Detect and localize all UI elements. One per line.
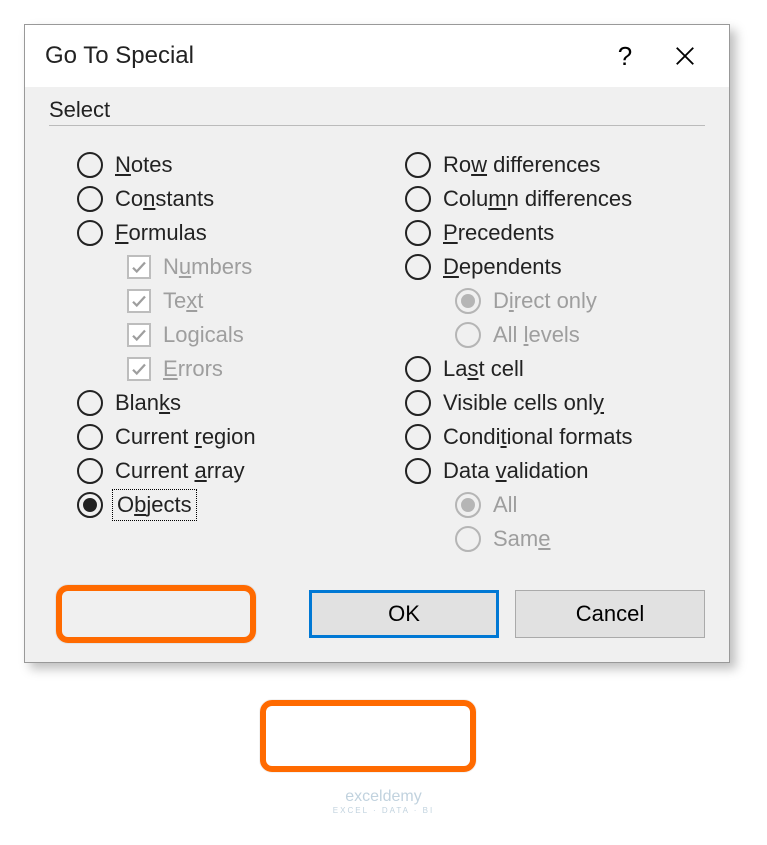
radio-icon	[77, 186, 103, 212]
option[interactable]: Current array	[77, 458, 377, 484]
option[interactable]: Notes	[77, 152, 377, 178]
radio-icon	[405, 152, 431, 178]
cancel-button[interactable]: Cancel	[515, 590, 705, 638]
option[interactable]: Conditional formats	[405, 424, 705, 450]
radio-icon	[405, 356, 431, 382]
button-row: OK Cancel	[49, 590, 705, 638]
checkbox-icon	[127, 357, 151, 381]
radio-icon	[77, 458, 103, 484]
radio-icon	[455, 288, 481, 314]
radio-icon	[405, 424, 431, 450]
option[interactable]: Constants	[77, 186, 377, 212]
dialog-body: Select Notes Constants Formulas Numbers Text…	[25, 87, 729, 662]
help-button[interactable]: ?	[595, 41, 655, 72]
option-label: Blanks	[115, 390, 181, 416]
option[interactable]: Dependents	[405, 254, 705, 280]
option-label: Numbers	[163, 254, 252, 280]
option-label: Current array	[115, 458, 245, 484]
radio-icon	[77, 492, 103, 518]
option[interactable]: Objects	[77, 492, 377, 518]
right-column: Row differences Column differences Precede…	[377, 144, 705, 560]
radio-icon	[405, 254, 431, 280]
option-label: Last cell	[443, 356, 524, 382]
group-legend: Select	[49, 97, 120, 123]
option[interactable]: Blanks	[77, 390, 377, 416]
option: Logicals	[127, 322, 377, 348]
option-label: All levels	[493, 322, 580, 348]
option-label: Errors	[163, 356, 223, 382]
options-columns: Notes Constants Formulas Numbers Text Logical…	[49, 144, 705, 560]
radio-icon	[405, 458, 431, 484]
option[interactable]: Current region	[77, 424, 377, 450]
option: All	[455, 492, 705, 518]
annotation-highlight-ok	[260, 700, 476, 772]
option-label: Formulas	[115, 220, 207, 246]
titlebar: Go To Special ?	[25, 25, 729, 87]
option[interactable]: Formulas	[77, 220, 377, 246]
option[interactable]: Visible cells only	[405, 390, 705, 416]
option-label: Constants	[115, 186, 214, 212]
ok-button[interactable]: OK	[309, 590, 499, 638]
watermark-tag: EXCEL · DATA · BI	[333, 806, 434, 815]
option-label: Notes	[115, 152, 172, 178]
option-label: Visible cells only	[443, 390, 604, 416]
radio-icon	[77, 424, 103, 450]
radio-icon	[405, 220, 431, 246]
option[interactable]: Column differences	[405, 186, 705, 212]
select-group: Select Notes Constants Formulas Numbers Text…	[49, 97, 705, 560]
option[interactable]: Last cell	[405, 356, 705, 382]
radio-icon	[77, 152, 103, 178]
radio-icon	[77, 220, 103, 246]
checkbox-icon	[127, 255, 151, 279]
option: All levels	[455, 322, 705, 348]
watermark-brand: exceldemy	[345, 788, 421, 805]
dialog-title: Go To Special	[45, 42, 595, 70]
option-label: Text	[163, 288, 203, 314]
option: Same	[455, 526, 705, 552]
option-label: Direct only	[493, 288, 597, 314]
option: Direct only	[455, 288, 705, 314]
option-label: Conditional formats	[443, 424, 633, 450]
option-label: Row differences	[443, 152, 600, 178]
radio-icon	[77, 390, 103, 416]
option: Numbers	[127, 254, 377, 280]
option: Errors	[127, 356, 377, 382]
radio-icon	[405, 390, 431, 416]
option[interactable]: Data validation	[405, 458, 705, 484]
radio-icon	[405, 186, 431, 212]
divider	[49, 125, 705, 126]
option[interactable]: Row differences	[405, 152, 705, 178]
option-label: Precedents	[443, 220, 554, 246]
option-label: Data validation	[443, 458, 589, 484]
option-label: Same	[493, 526, 551, 552]
option-label: Logicals	[163, 322, 244, 348]
radio-icon	[455, 322, 481, 348]
checkbox-icon	[127, 289, 151, 313]
close-button[interactable]	[655, 39, 715, 73]
option: Text	[127, 288, 377, 314]
left-column: Notes Constants Formulas Numbers Text Logical…	[49, 144, 377, 560]
option-label: Objects	[115, 492, 194, 518]
option-label: Dependents	[443, 254, 562, 280]
checkbox-icon	[127, 323, 151, 347]
radio-icon	[455, 492, 481, 518]
option[interactable]: Precedents	[405, 220, 705, 246]
close-icon	[674, 45, 696, 67]
option-label: Current region	[115, 424, 256, 450]
watermark: exceldemy EXCEL · DATA · BI	[333, 788, 434, 815]
option-label: All	[493, 492, 517, 518]
option-label: Column differences	[443, 186, 632, 212]
radio-icon	[455, 526, 481, 552]
goto-special-dialog: Go To Special ? Select Notes Constants For…	[24, 24, 730, 663]
